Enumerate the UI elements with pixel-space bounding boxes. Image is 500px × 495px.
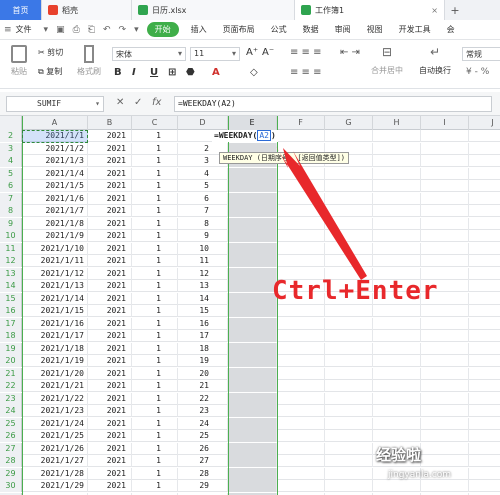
cut-label: 剪切	[47, 48, 64, 57]
menu-page-layout[interactable]: 页面布局	[215, 24, 263, 35]
scissors-icon: ✂	[38, 48, 48, 57]
underline-icon[interactable]: U	[150, 67, 158, 78]
ribbon: 粘贴 ✂ 剪切 ⧉ 复制 格式刷 宋体 ▾ 11 ▾ A⁺ A⁻ B I U ⊞ ⬣…	[0, 41, 500, 89]
name-box[interactable]: SUMIF ▾	[6, 96, 104, 112]
font-size-value: 11	[194, 49, 205, 58]
clear-icon[interactable]: ◇	[250, 67, 258, 78]
fill-color-icon[interactable]: ⬣	[186, 67, 195, 78]
align-left-icon[interactable]: ≡ ≡ ≡	[290, 67, 322, 78]
confirm-icon[interactable]: ✓	[134, 97, 142, 108]
font-size-select[interactable]: 11 ▾	[190, 47, 240, 61]
menu-member[interactable]: 会	[439, 24, 463, 35]
formula-bar: SUMIF ▾ ✕ ✓ fx =WEEKDAY(A2)	[0, 92, 500, 116]
decrease-font-icon[interactable]: A⁻	[262, 47, 274, 58]
chevron-down-icon: ▾	[95, 99, 100, 108]
menu-review[interactable]: 审阅	[327, 24, 359, 35]
copy-label: 复制	[46, 67, 63, 76]
tab-calendar-file[interactable]: 日历.xlsx	[132, 0, 295, 20]
wrap-text-button[interactable]: ↵ 自动换行	[416, 45, 454, 76]
menu-start[interactable]: 开始	[146, 22, 179, 37]
font-name-value: 宋体	[116, 50, 132, 59]
brush-icon	[84, 45, 94, 63]
tab-home-label: 首页	[12, 5, 29, 15]
paste-button[interactable]: 粘贴	[6, 45, 32, 77]
tab-docer-label: 稻壳	[62, 5, 78, 15]
paste-icon	[11, 45, 27, 63]
menu-icon[interactable]: ≡	[0, 25, 16, 35]
print-icon[interactable]: ⎗	[84, 25, 99, 35]
format-painter-button[interactable]: 格式刷	[76, 45, 102, 77]
merge-icon: ⊟	[381, 45, 393, 59]
number-format-select[interactable]: 常规	[462, 47, 500, 61]
docer-icon	[48, 5, 58, 15]
wrap-label: 自动换行	[419, 66, 451, 75]
fx-icon[interactable]: fx	[152, 97, 161, 108]
font-name-select[interactable]: 宋体 ▾	[112, 47, 186, 61]
cut-button[interactable]: ✂ 剪切	[38, 47, 63, 58]
tab-home[interactable]: 首页	[0, 0, 42, 20]
new-tab-icon[interactable]: +	[445, 0, 465, 20]
menu-file[interactable]: 文件	[16, 24, 40, 35]
name-box-value: SUMIF	[37, 99, 62, 108]
currency-icon[interactable]: ¥ - %	[466, 67, 489, 77]
merge-label: 合并居中	[371, 66, 403, 75]
number-format-value: 常规	[466, 50, 482, 59]
red-arrow-icon	[276, 146, 367, 280]
spreadsheet-icon	[138, 5, 148, 15]
format-painter-label: 格式刷	[77, 67, 101, 76]
border-icon[interactable]: ⊞	[168, 67, 176, 78]
bold-icon[interactable]: B	[114, 67, 122, 78]
chevron-down-icon: ▾	[231, 49, 236, 58]
watermark-url: jingyanla.com	[388, 470, 452, 480]
formula-input[interactable]: =WEEKDAY(A2)	[174, 96, 492, 112]
menu-insert[interactable]: 插入	[183, 24, 215, 35]
copy-button[interactable]: ⧉ 复制	[38, 66, 62, 77]
increase-font-icon[interactable]: A⁺	[246, 47, 258, 58]
tab-calendar-file-label: 日历.xlsx	[152, 5, 187, 15]
paste-label: 粘贴	[11, 67, 27, 76]
menu-formula[interactable]: 公式	[263, 24, 295, 35]
chevron-down-icon: ▾	[177, 49, 182, 58]
menu-data[interactable]: 数据	[295, 24, 327, 35]
tab-workbook1[interactable]: 工作簿1 ×	[295, 0, 445, 20]
undo-icon[interactable]: ↶	[99, 25, 115, 35]
align-top-icon[interactable]: ≡ ≡ ≡	[290, 47, 322, 58]
redo-icon[interactable]: ↷	[115, 25, 131, 35]
chevron-down-icon[interactable]: ▾	[40, 25, 53, 35]
close-icon[interactable]: ×	[431, 6, 438, 15]
tab-workbook1-label: 工作簿1	[315, 5, 345, 15]
cancel-icon[interactable]: ✕	[116, 97, 124, 108]
menu-view[interactable]: 视图	[359, 24, 391, 35]
spreadsheet-icon	[301, 5, 311, 15]
wrap-icon: ↵	[429, 45, 441, 59]
menu-developer[interactable]: 开发工具	[391, 24, 439, 35]
menu-bar: ≡ 文件 ▾ ▣ ⎙ ⎗ ↶ ↷ ▾ 开始 插入 页面布局 公式 数据 审阅 视…	[0, 20, 500, 40]
indent-icon[interactable]: ⇤ ⇥	[340, 47, 360, 58]
tab-bar: 首页 稻壳 日历.xlsx 工作簿1 × +	[0, 0, 500, 20]
export-icon[interactable]: ⎙	[69, 25, 84, 35]
shortcut-annotation: Ctrl+Enter	[272, 276, 439, 306]
merge-center-button[interactable]: ⊟ 合并居中	[368, 45, 406, 76]
italic-icon[interactable]: I	[132, 67, 136, 78]
font-color-icon[interactable]: A	[212, 67, 220, 78]
save-icon[interactable]: ▣	[52, 25, 69, 35]
chevron-down-icon[interactable]: ▾	[130, 25, 143, 35]
tab-docer[interactable]: 稻壳	[42, 0, 132, 20]
watermark-text: 经验啦	[376, 446, 422, 464]
